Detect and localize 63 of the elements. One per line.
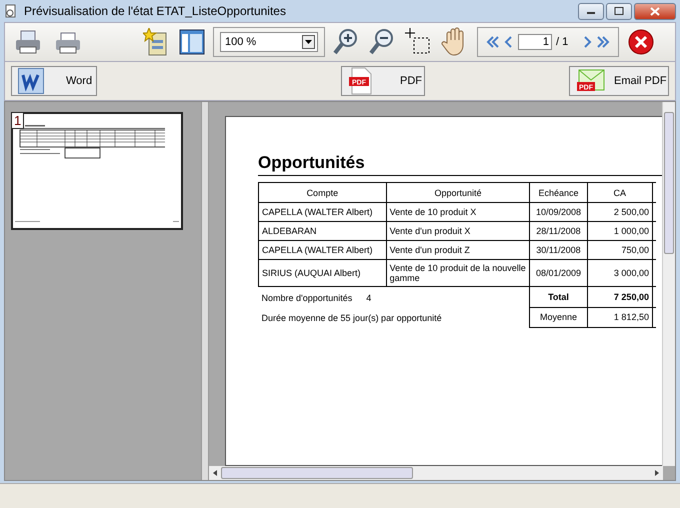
form-star-icon	[143, 28, 169, 56]
page-number-badge: 1	[11, 112, 24, 129]
zoom-out-icon	[369, 28, 395, 56]
first-page-button[interactable]	[486, 35, 500, 49]
total-label: Total	[530, 286, 588, 307]
table-cell: 28/11/2008	[530, 222, 588, 240]
page-field[interactable]: 1	[518, 34, 552, 50]
chevron-left-icon	[504, 35, 514, 49]
count-value: 4	[366, 293, 372, 303]
table-cell: 1 000,00	[587, 222, 652, 240]
previous-page-button[interactable]	[504, 35, 514, 49]
column-header: Compte	[258, 182, 386, 202]
average-value: 1 812,50	[587, 307, 652, 327]
zoom-dropdown[interactable]: 100 %	[220, 32, 318, 52]
close-icon	[627, 28, 656, 56]
table-cell: ALDEBARAN	[258, 222, 386, 240]
minimize-button[interactable]	[578, 2, 604, 20]
table-cell: 30/11/2008	[530, 240, 588, 260]
double-chevron-right-icon	[596, 35, 610, 49]
total-value: 7 250,00	[587, 286, 652, 307]
window-panel-icon	[179, 29, 205, 55]
table-cell: 08/01/2009	[530, 260, 588, 286]
printer-icon	[13, 29, 43, 55]
maximize-icon	[614, 7, 624, 15]
average-duration-text: Durée moyenne de 55 jour(s) par opportunité	[262, 313, 442, 323]
table-cell: 3 000,00	[587, 260, 652, 286]
scrollbar-thumb[interactable]	[664, 112, 674, 254]
count-label: Nombre d'opportunités	[262, 293, 352, 303]
column-header: Opportunité	[386, 182, 530, 202]
table-cell: Vente de 10 produit X	[386, 202, 530, 222]
last-page-button[interactable]	[596, 35, 610, 49]
table-cell: 2 500,00	[587, 202, 652, 222]
double-chevron-left-icon	[486, 35, 500, 49]
document-icon	[4, 4, 18, 18]
layout-button[interactable]	[177, 27, 207, 57]
average-label: Moyenne	[530, 307, 588, 327]
table-cell: Vente de 10 produit de la nouvelle gamme	[386, 260, 530, 286]
close-icon	[650, 6, 660, 16]
word-icon	[18, 68, 44, 94]
close-button[interactable]	[634, 2, 676, 20]
column-header: CA	[587, 182, 652, 202]
maximize-button[interactable]	[606, 2, 632, 20]
word-export-button[interactable]: Word	[11, 66, 97, 96]
table-cell: CAPELLA (WALTER Albert)	[258, 240, 386, 260]
chevron-right-icon	[582, 35, 592, 49]
vertical-scrollbar[interactable]	[662, 102, 675, 466]
table-cell: 10/09/2008	[530, 202, 588, 222]
table-cell: SIRIUS (AUQUAI Albert)	[258, 260, 386, 286]
table-cell: Vente d'un produit X	[386, 222, 530, 240]
page-total: / 1	[556, 36, 568, 48]
column-header: Echéance	[530, 182, 588, 202]
window-title: Prévisualisation de l'état ETAT_ListeOpportunites	[24, 4, 286, 18]
next-page-button[interactable]	[582, 35, 592, 49]
scroll-left-icon	[211, 469, 219, 477]
scrollbar-thumb[interactable]	[221, 467, 413, 479]
page-thumbnail[interactable]: 1	[11, 112, 183, 230]
selection-icon	[405, 28, 431, 56]
table-cell: CAPELLA (WALTER Albert)	[258, 202, 386, 222]
table-cell: 750,00	[587, 240, 652, 260]
scroll-right-icon	[653, 469, 661, 477]
table-cell: Vente d'un produit Z	[386, 240, 530, 260]
horizontal-scrollbar[interactable]	[209, 466, 663, 480]
zoom-in-icon	[333, 28, 359, 56]
